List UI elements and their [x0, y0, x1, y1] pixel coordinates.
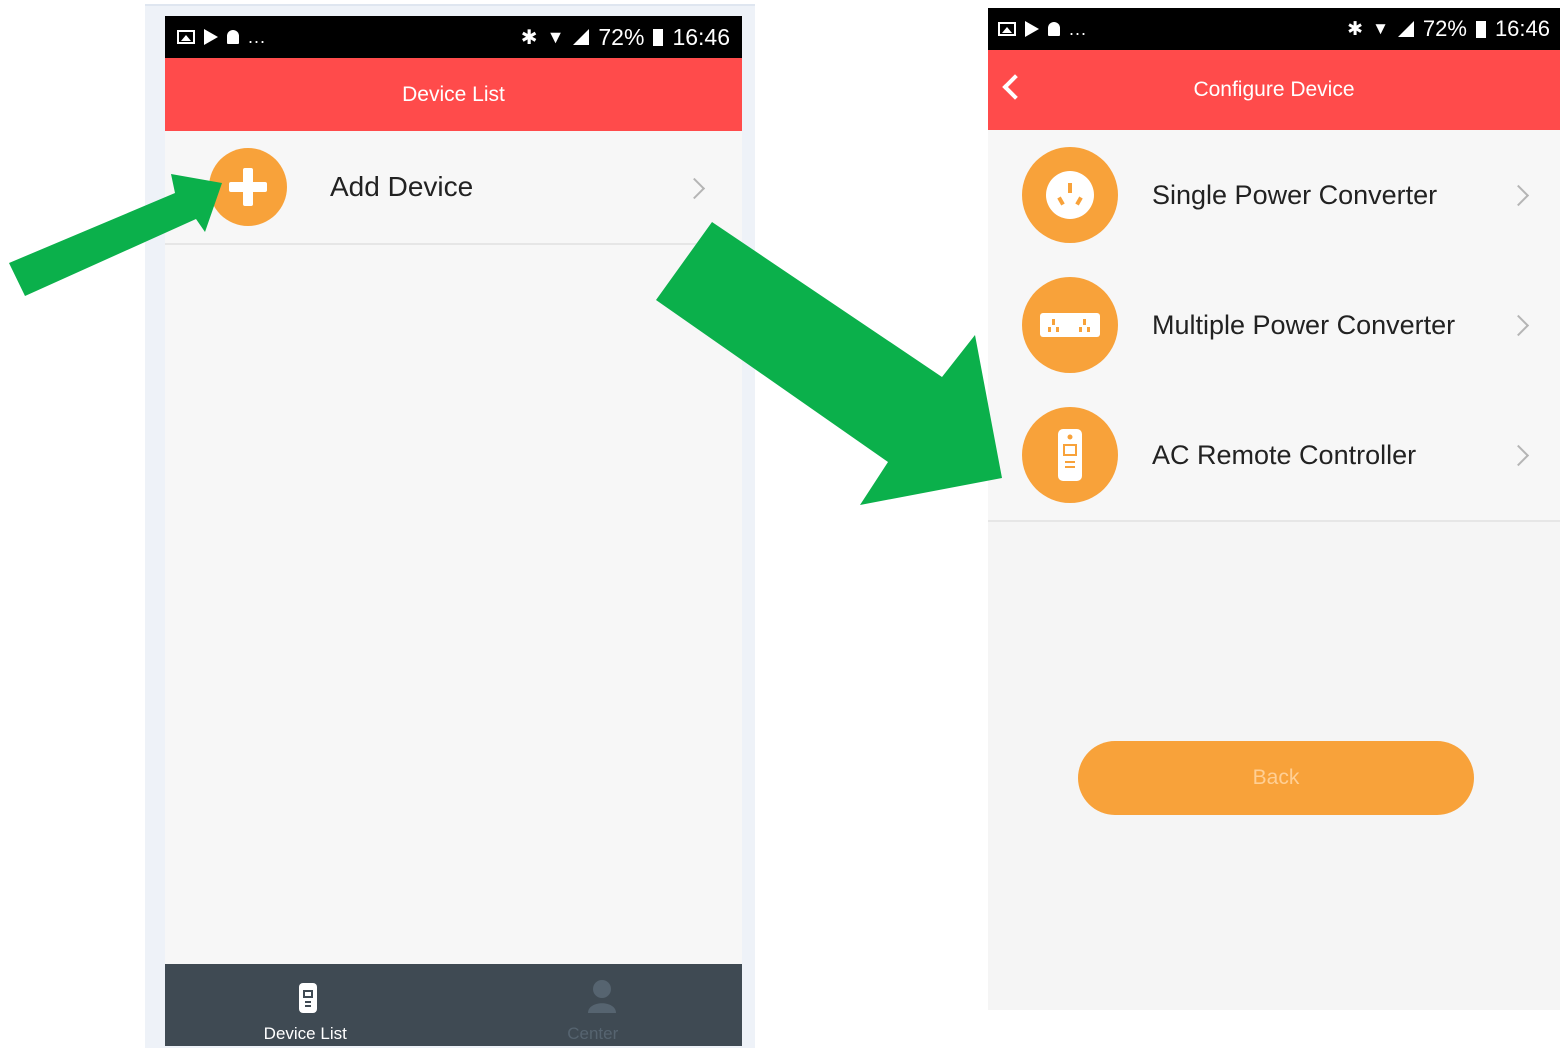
multi-socket-icon — [1022, 277, 1118, 373]
device-type-item[interactable]: Multiple Power Converter — [988, 260, 1560, 392]
battery-icon — [1475, 20, 1486, 38]
clock: 16:46 — [1494, 16, 1550, 41]
chevron-right-icon — [683, 177, 706, 200]
bottom-tab-bar: Device List Center — [165, 964, 742, 1046]
item-label: Single Power Converter — [1152, 180, 1438, 210]
bell-icon — [1048, 22, 1060, 36]
tab-center-label: Center — [567, 1024, 619, 1043]
wifi-icon: ▼ — [1372, 19, 1389, 38]
more-notifications-text: ... — [1069, 18, 1088, 39]
chevron-right-icon — [1507, 184, 1530, 207]
image-notification-icon — [177, 30, 195, 44]
device-type-item[interactable]: AC Remote Controller — [988, 390, 1560, 522]
page-title: Configure Device — [1193, 78, 1355, 101]
back-button[interactable]: Back — [1078, 741, 1474, 815]
device-type-item[interactable]: Single Power Converter — [988, 130, 1560, 262]
page-title: Device List — [402, 82, 505, 106]
device-list-screen: ... ✱ ▼ 72% 16:46 Device List Add Device — [165, 16, 742, 1046]
status-bar: ... ✱ ▼ 72% 16:46 — [165, 16, 742, 58]
user-icon — [587, 980, 616, 1013]
status-bar: ... ✱ ▼ 72% 16:46 — [988, 8, 1560, 50]
remote-icon — [1022, 407, 1118, 503]
app-header: Device List — [165, 58, 742, 131]
add-device-label: Add Device — [330, 171, 474, 202]
back-button-label: Back — [1252, 766, 1300, 789]
single-socket-icon — [1022, 147, 1118, 243]
play-notification-icon — [1025, 21, 1039, 37]
bluetooth-icon: ✱ — [1347, 18, 1364, 40]
play-notification-icon — [204, 29, 218, 45]
tab-device-list[interactable]: Device List — [165, 964, 454, 1046]
configure-device-screen: ... ✱ ▼ 72% 16:46 Configure Device Singl… — [988, 8, 1560, 1010]
item-label: AC Remote Controller — [1152, 440, 1417, 470]
more-notifications-text: ... — [248, 26, 267, 47]
bluetooth-icon: ✱ — [520, 26, 538, 49]
bell-icon — [227, 30, 239, 44]
tab-center[interactable]: Center — [454, 964, 743, 1046]
add-device-row[interactable]: Add Device — [165, 131, 742, 245]
chevron-right-icon — [1507, 444, 1530, 467]
device-list-icon — [299, 983, 317, 1013]
app-header: Configure Device — [988, 50, 1560, 130]
battery-percent: 72% — [1422, 16, 1467, 41]
signal-icon — [1397, 21, 1414, 37]
image-notification-icon — [998, 22, 1016, 36]
back-arrow-icon[interactable] — [1002, 74, 1028, 100]
tab-device-list-label: Device List — [263, 1024, 347, 1043]
signal-icon — [573, 29, 590, 45]
clock: 16:46 — [672, 23, 730, 50]
wifi-icon: ▼ — [546, 26, 565, 47]
chevron-right-icon — [1507, 314, 1530, 337]
battery-percent: 72% — [598, 23, 645, 50]
add-icon[interactable] — [209, 148, 287, 226]
item-label: Multiple Power Converter — [1152, 310, 1456, 340]
battery-icon — [653, 28, 664, 46]
